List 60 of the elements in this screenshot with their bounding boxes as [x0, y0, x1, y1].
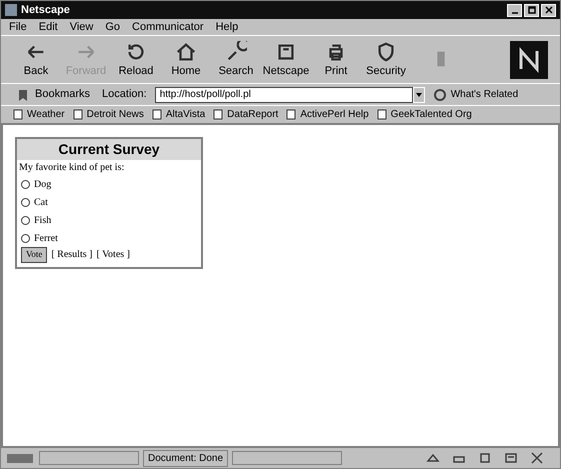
- component-icon[interactable]: [426, 451, 440, 465]
- personal-toolbar-button[interactable]: Detroit News: [72, 107, 144, 122]
- radio-option[interactable]: Ferret: [17, 229, 201, 247]
- menu-item[interactable]: File: [9, 18, 27, 36]
- toolbar-icon: [225, 40, 247, 62]
- toolbar-button[interactable]: Reload: [113, 40, 159, 83]
- personal-toolbar-button[interactable]: ActivePerl Help: [286, 107, 369, 122]
- caret-icon: [416, 92, 422, 96]
- page-icon: [286, 109, 296, 120]
- toolbar-button[interactable]: Search: [213, 40, 259, 83]
- component-icon[interactable]: [530, 451, 544, 465]
- url-field[interactable]: http://host/poll/poll.pl: [154, 86, 413, 102]
- window-title: Netscape: [21, 2, 70, 18]
- netscape-logo: [510, 41, 548, 79]
- minimize-button[interactable]: [507, 4, 522, 16]
- survey-link[interactable]: [ Results ]: [51, 247, 92, 262]
- personal-toolbar-button[interactable]: AltaVista: [152, 107, 206, 122]
- page-icon: [152, 109, 162, 120]
- maximize-button[interactable]: [524, 4, 539, 16]
- related-button[interactable]: What's Related: [432, 87, 518, 102]
- app-icon: [5, 4, 17, 16]
- radio-option[interactable]: Fish: [17, 211, 201, 229]
- status-text: Document: Done: [143, 450, 228, 466]
- vote-button[interactable]: Vote: [21, 247, 48, 262]
- toolbar-button[interactable]: Security: [363, 40, 409, 83]
- personal-toolbar-button[interactable]: Weather: [13, 107, 65, 122]
- personal-toolbar-button[interactable]: DataReport: [213, 107, 278, 122]
- close-button[interactable]: [541, 4, 556, 16]
- radio-button[interactable]: [21, 198, 30, 206]
- component-icon[interactable]: [504, 451, 518, 465]
- menu-item[interactable]: View: [70, 18, 94, 36]
- related-icon: [432, 88, 447, 102]
- dropdown-button[interactable]: [412, 86, 425, 102]
- personal-toolbar-button[interactable]: GeekTalented Org: [376, 107, 472, 122]
- toolbar-button[interactable]: Print: [313, 40, 359, 83]
- radio-button[interactable]: [21, 216, 30, 224]
- close-icon: [544, 6, 552, 14]
- page-icon: [72, 109, 83, 120]
- menu-item[interactable]: Edit: [38, 18, 58, 36]
- page-icon: [376, 109, 387, 120]
- page-icon: [13, 109, 23, 120]
- survey-title: Current Survey: [17, 139, 201, 160]
- toolbar-button[interactable]: Netscape: [263, 40, 309, 83]
- toolbar-button[interactable]: Home: [163, 40, 209, 83]
- radio-button[interactable]: [21, 180, 30, 188]
- menu-item[interactable]: Communicator: [132, 18, 204, 36]
- survey-link[interactable]: [ Votes ]: [96, 247, 130, 262]
- bookmarks-button[interactable]: Bookmarks: [13, 86, 94, 103]
- radio-button[interactable]: [21, 234, 30, 242]
- component-icon[interactable]: [478, 451, 492, 465]
- menu-item[interactable]: Help: [216, 18, 238, 36]
- toolbar-icon: [175, 40, 197, 62]
- maximize-icon: [528, 6, 536, 14]
- survey-question: My favorite kind of pet is:: [18, 161, 126, 175]
- location-label: Location:: [102, 87, 147, 102]
- radio-option[interactable]: Dog: [17, 175, 201, 193]
- menu-item[interactable]: Go: [105, 18, 120, 36]
- page-icon: [213, 109, 224, 120]
- toolbar-button[interactable]: Back: [13, 40, 59, 83]
- radio-option[interactable]: Cat: [17, 193, 201, 211]
